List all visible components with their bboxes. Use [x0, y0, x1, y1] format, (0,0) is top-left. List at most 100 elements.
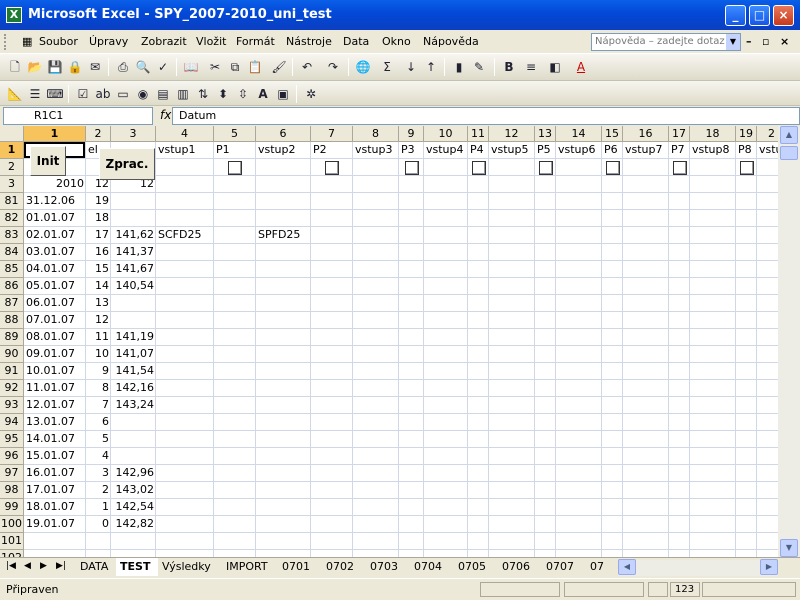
index-cell[interactable]: 15 [86, 261, 111, 278]
header-cell[interactable]: vstup1 [156, 142, 214, 159]
sort-descending-icon[interactable]: ↑ [422, 58, 440, 76]
listbox-control-icon[interactable]: ▤ [154, 85, 172, 103]
align-icon[interactable]: ≡ [522, 58, 540, 76]
help-search-input[interactable]: Nápověda – zadejte dotaz ▼ [591, 33, 741, 51]
new-icon[interactable]: 🗋 [6, 58, 24, 76]
menu-zobrazit[interactable]: Zobrazit [141, 35, 187, 48]
scroll-down-icon[interactable]: ▼ [780, 539, 798, 557]
value-cell[interactable]: 142,54 [111, 499, 156, 516]
row-header[interactable]: 3 [0, 176, 24, 193]
drawing-icon[interactable]: ✎ [470, 58, 488, 76]
label-control-icon[interactable]: A [254, 85, 272, 103]
button-control-icon[interactable]: ▭ [114, 85, 132, 103]
row-header[interactable]: 90 [0, 346, 24, 363]
save-icon[interactable]: 💾 [46, 58, 64, 76]
sheet-tab[interactable]: DATA [76, 558, 116, 576]
header-cell[interactable]: vstup7 [623, 142, 669, 159]
spelling-icon[interactable]: ✓ [154, 58, 172, 76]
index-cell[interactable]: 19 [86, 193, 111, 210]
date-cell[interactable]: 13.01.07 [24, 414, 86, 431]
doc-close-button[interactable]: × [780, 35, 789, 48]
menu-napoveda[interactable]: Nápověda [423, 35, 479, 48]
column-header[interactable]: 4 [156, 126, 214, 142]
value-cell[interactable]: 141,67 [111, 261, 156, 278]
close-button[interactable]: × [773, 5, 794, 26]
minimize-button[interactable]: _ [725, 5, 746, 26]
column-header[interactable]: 12 [489, 126, 535, 142]
column-header[interactable]: 1 [24, 126, 86, 142]
last-sheet-icon[interactable]: ▶| [56, 561, 66, 571]
header-cell[interactable]: P6 [602, 142, 623, 159]
index-cell[interactable]: 18 [86, 210, 111, 227]
date-cell[interactable]: 16.01.07 [24, 465, 86, 482]
scroll-up-icon[interactable]: ▲ [780, 126, 798, 144]
more-controls-icon[interactable]: ✲ [302, 85, 320, 103]
value-cell[interactable]: 141,37 [111, 244, 156, 261]
input-cell[interactable]: SPFD25 [256, 227, 326, 244]
init-button[interactable]: Init [30, 146, 66, 176]
sheet-tab[interactable]: 0705 [454, 558, 498, 576]
menu-okno[interactable]: Okno [382, 35, 411, 48]
date-cell[interactable]: 15.01.07 [24, 448, 86, 465]
open-icon[interactable]: 📂 [26, 58, 44, 76]
help-dropdown-icon[interactable]: ▼ [726, 34, 740, 50]
sheet-tab[interactable]: 0703 [366, 558, 410, 576]
sheet-tab[interactable]: 0706 [498, 558, 542, 576]
row-header[interactable]: 2 [0, 159, 24, 176]
scroll-left-icon[interactable]: ◀ [618, 559, 636, 575]
row-header[interactable]: 93 [0, 397, 24, 414]
p-checkbox[interactable] [472, 161, 486, 175]
email-icon[interactable]: ✉ [86, 58, 104, 76]
checkbox-control-icon[interactable]: ☑ [74, 85, 92, 103]
column-header[interactable]: 7 [311, 126, 353, 142]
row-header[interactable]: 87 [0, 295, 24, 312]
index-cell[interactable]: 6 [86, 414, 111, 431]
column-header[interactable]: 2 [86, 126, 111, 142]
index-cell[interactable]: 12 [86, 312, 111, 329]
row-header[interactable]: 101 [0, 533, 24, 550]
bold-icon[interactable]: B [500, 58, 518, 76]
column-header[interactable]: 15 [602, 126, 623, 142]
date-cell[interactable]: 06.01.07 [24, 295, 86, 312]
p-checkbox[interactable] [539, 161, 553, 175]
index-cell[interactable]: 2 [86, 482, 111, 499]
workbook-icon[interactable]: ▦ [22, 35, 32, 48]
header-cell[interactable]: vstup5 [489, 142, 535, 159]
horizontal-scrollbar[interactable]: ◀ ▶ [618, 559, 778, 576]
row-header[interactable]: 1 [0, 142, 24, 159]
zprac-button[interactable]: Zprac. [99, 148, 155, 180]
index-cell[interactable]: 16 [86, 244, 111, 261]
index-cell[interactable]: 7 [86, 397, 111, 414]
row-header[interactable]: 98 [0, 482, 24, 499]
date-cell[interactable]: 17.01.07 [24, 482, 86, 499]
row-header[interactable]: 81 [0, 193, 24, 210]
index-cell[interactable]: 5 [86, 431, 111, 448]
header-cell[interactable]: vstup8 [690, 142, 736, 159]
header-cell[interactable]: P7 [669, 142, 690, 159]
column-header[interactable]: 17 [669, 126, 690, 142]
permission-icon[interactable]: 🔒 [66, 58, 84, 76]
column-header[interactable]: 3 [111, 126, 156, 142]
properties-icon[interactable]: ☰ [26, 85, 44, 103]
hyperlink-icon[interactable]: 🌐 [354, 58, 372, 76]
p-checkbox[interactable] [740, 161, 754, 175]
header-cell[interactable]: vstup3 [353, 142, 399, 159]
index-cell[interactable]: 17 [86, 227, 111, 244]
value-cell[interactable]: 143,24 [111, 397, 156, 414]
copy-icon[interactable]: ⧉ [226, 58, 244, 76]
header-cell[interactable]: P1 [214, 142, 256, 159]
column-header[interactable]: 16 [623, 126, 669, 142]
sheet-tab[interactable]: 0701 [278, 558, 322, 576]
scroll-right-icon[interactable]: ▶ [760, 559, 778, 575]
value-cell[interactable]: 143,02 [111, 482, 156, 499]
index-cell[interactable]: 9 [86, 363, 111, 380]
index-cell[interactable]: 1 [86, 499, 111, 516]
column-header[interactable]: 14 [556, 126, 602, 142]
select-all-corner[interactable] [0, 126, 24, 142]
row-header[interactable]: 99 [0, 499, 24, 516]
header-cell[interactable]: P5 [535, 142, 556, 159]
p-checkbox[interactable] [673, 161, 687, 175]
prev-sheet-icon[interactable]: ◀ [24, 561, 31, 571]
image-control-icon[interactable]: ▣ [274, 85, 292, 103]
date-cell[interactable]: 09.01.07 [24, 346, 86, 363]
